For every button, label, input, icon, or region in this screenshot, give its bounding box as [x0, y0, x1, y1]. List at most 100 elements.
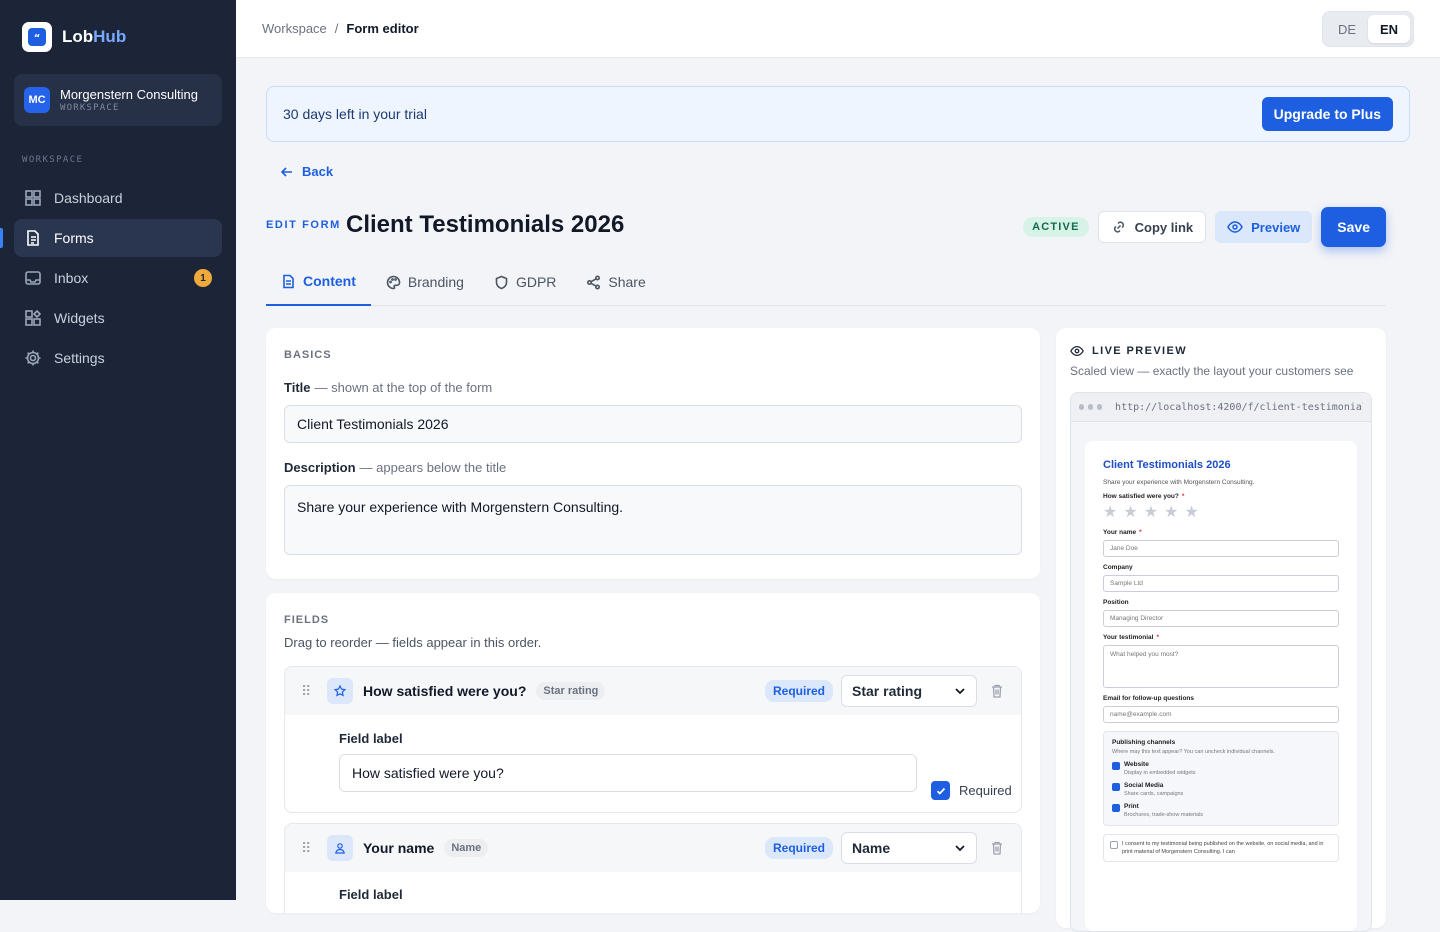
- field-label-input[interactable]: How satisfied were you?: [339, 754, 917, 792]
- field-type-badge: Star rating: [536, 682, 606, 700]
- logo-icon: “: [22, 22, 52, 52]
- top-bar: Workspace / Form editor DE EN: [236, 0, 1440, 58]
- lang-en-button[interactable]: EN: [1368, 15, 1410, 43]
- tab-label: Branding: [407, 274, 464, 290]
- trash-icon[interactable]: [989, 840, 1005, 856]
- tab-branding[interactable]: Branding: [371, 258, 479, 306]
- preview-form-desc: Share your experience with Morgenstern C…: [1103, 479, 1255, 486]
- tab-gdpr[interactable]: GDPR: [479, 258, 571, 306]
- preview-consent-box: I consent to my testimonial being publis…: [1103, 834, 1339, 862]
- sidebar-item-forms[interactable]: Forms: [0, 219, 222, 257]
- workspace-subtitle: WORKSPACE: [60, 103, 120, 113]
- trial-text: 30 days left in your trial: [283, 106, 427, 122]
- page-title: Client Testimonials 2026: [346, 211, 625, 238]
- field-name: Your name: [363, 840, 435, 856]
- lang-de-button[interactable]: DE: [1326, 15, 1368, 43]
- section-heading: BASICS: [284, 349, 332, 361]
- tab-content[interactable]: Content: [266, 258, 371, 306]
- preview-name-input: Jane Doe: [1103, 540, 1339, 557]
- preview-form: Client Testimonials 2026 Share your expe…: [1085, 441, 1357, 931]
- breadcrumb-workspace[interactable]: Workspace: [262, 21, 327, 36]
- tab-label: GDPR: [515, 274, 557, 290]
- preview-channel-item: Social Media Share cards, campaigns: [1112, 782, 1330, 797]
- preview-channels-sub: Where may this text appear? You can unch…: [1112, 749, 1275, 755]
- checkbox-checked-icon: [931, 781, 950, 800]
- link-icon: [1113, 221, 1124, 233]
- share-icon: [587, 274, 601, 290]
- document-icon: [27, 230, 39, 246]
- chevron-down-icon: [955, 845, 965, 852]
- field-header[interactable]: ⠿ How satisfied were you? Star rating Re…: [285, 667, 1021, 715]
- widgets-icon: [25, 309, 42, 326]
- sidebar: “ LobHub MC Morgenstern Consulting WORKS…: [0, 0, 236, 900]
- inbox-icon: [25, 271, 41, 285]
- sidebar-item-dashboard[interactable]: Dashboard: [14, 179, 222, 217]
- copy-link-label: Copy link: [1134, 219, 1194, 235]
- preview-browser-frame: http://localhost:4200/f/client-testimoni…: [1070, 392, 1372, 932]
- status-badge: ACTIVE: [1023, 217, 1089, 237]
- preview-name-label: Your name *: [1103, 529, 1142, 536]
- sidebar-item-inbox[interactable]: Inbox 1: [14, 259, 222, 297]
- shield-icon: [495, 275, 508, 289]
- sidebar-item-label: Dashboard: [54, 190, 123, 206]
- preview-rating-label: How satisfied were you? *: [1103, 493, 1185, 500]
- inbox-count-badge: 1: [194, 269, 212, 287]
- tab-label: Share: [608, 274, 646, 290]
- save-button[interactable]: Save: [1321, 207, 1386, 247]
- field-type-badge: Name: [444, 839, 489, 857]
- copy-link-button[interactable]: Copy link: [1097, 211, 1207, 243]
- field-name: How satisfied were you?: [363, 683, 527, 699]
- field-header[interactable]: ⠿ Your name Name Required Name: [285, 824, 1021, 872]
- field-item: ⠿ How satisfied were you? Star rating Re…: [284, 666, 1022, 813]
- eye-icon: [1227, 221, 1243, 233]
- trial-banner: 30 days left in your trial Upgrade to Pl…: [266, 86, 1410, 142]
- back-link[interactable]: Back: [280, 164, 333, 179]
- preview-email-input: name@example.com: [1103, 706, 1339, 723]
- drag-handle-icon[interactable]: ⠿: [301, 683, 317, 700]
- basics-card: BASICS Title — shown at the top of the fo…: [266, 328, 1040, 579]
- back-label: Back: [302, 164, 334, 179]
- preview-testimonial-textarea: What helped you most?: [1103, 645, 1339, 688]
- sidebar-nav: Dashboard Forms Inbox 1 Widgets Settings: [0, 179, 222, 379]
- preview-email-label: Email for follow-up questions: [1103, 695, 1194, 702]
- workspace-avatar: MC: [24, 87, 50, 113]
- grid-icon: [25, 190, 41, 206]
- preview-button[interactable]: Preview: [1215, 211, 1313, 243]
- upgrade-button[interactable]: Upgrade to Plus: [1261, 97, 1393, 131]
- preview-star-rating: ★★★★★: [1103, 504, 1205, 521]
- title-input[interactable]: Client Testimonials 2026: [284, 405, 1022, 443]
- required-checkbox[interactable]: Required: [931, 781, 1012, 800]
- field-type-select[interactable]: Star rating: [841, 675, 977, 707]
- sidebar-item-label: Forms: [54, 230, 94, 246]
- preview-position-label: Position: [1103, 599, 1129, 606]
- app-logo[interactable]: “ LobHub: [22, 22, 126, 52]
- preview-url: http://localhost:4200/f/client-testimoni…: [1115, 401, 1363, 413]
- fields-card: FIELDS Drag to reorder — fields appear i…: [266, 593, 1040, 913]
- drag-handle-icon[interactable]: ⠿: [301, 840, 317, 857]
- sidebar-item-settings[interactable]: Settings: [14, 339, 222, 377]
- sidebar-item-widgets[interactable]: Widgets: [14, 299, 222, 337]
- fields-subtitle: Drag to reorder — fields appear in this …: [284, 635, 542, 650]
- breadcrumb: Workspace / Form editor: [262, 21, 419, 36]
- user-icon: [327, 835, 353, 861]
- chevron-down-icon: [955, 688, 965, 695]
- sidebar-item-label: Settings: [54, 350, 105, 366]
- preview-company-input: Sample Ltd: [1103, 575, 1339, 592]
- preview-form-title: Client Testimonials 2026: [1103, 459, 1231, 471]
- workspace-name: Morgenstern Consulting: [60, 87, 199, 102]
- section-heading: FIELDS: [284, 614, 330, 626]
- description-textarea[interactable]: Share your experience with Morgenstern C…: [284, 485, 1022, 555]
- field-type-select[interactable]: Name: [841, 832, 977, 864]
- nav-heading: WORKSPACE: [22, 155, 84, 165]
- tab-label: Content: [303, 273, 356, 289]
- preview-label: Preview: [1251, 219, 1301, 235]
- breadcrumb-separator: /: [334, 21, 339, 36]
- tab-share[interactable]: Share: [571, 258, 660, 306]
- edit-form-label: EDIT FORM: [266, 219, 341, 231]
- required-badge: Required: [764, 680, 833, 702]
- workspace-switcher[interactable]: MC Morgenstern Consulting WORKSPACE: [14, 74, 222, 126]
- required-checkbox-label: Required: [959, 783, 1012, 798]
- browser-bar: http://localhost:4200/f/client-testimoni…: [1071, 393, 1371, 422]
- trash-icon[interactable]: [989, 683, 1005, 699]
- field-label-heading: Field label: [339, 731, 403, 746]
